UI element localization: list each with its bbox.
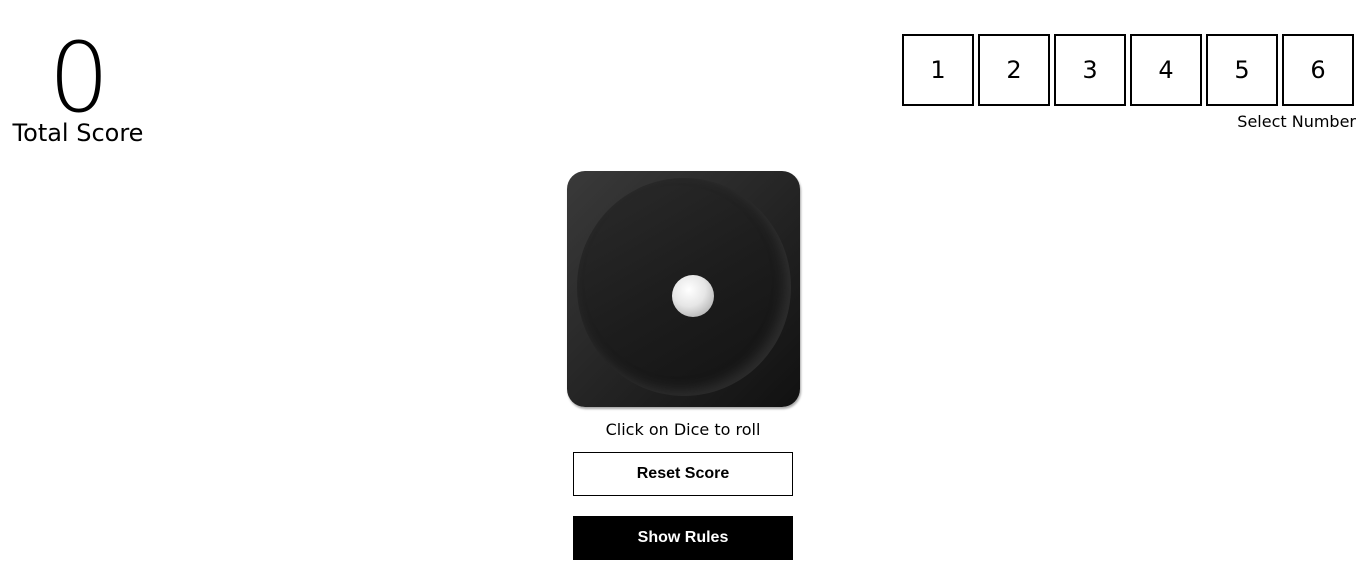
dice-area: Click on Dice to roll Reset Score Show R… bbox=[566, 171, 800, 560]
dice-game-page: 0 Total Score 1 2 3 4 5 6 Select Number … bbox=[0, 0, 1359, 581]
dice-pip bbox=[671, 275, 714, 317]
dice-button[interactable] bbox=[566, 171, 800, 407]
number-selector: 1 2 3 4 5 6 Select Number bbox=[902, 34, 1356, 131]
number-box-3[interactable]: 3 bbox=[1054, 34, 1126, 106]
total-score-block: 0 Total Score bbox=[8, 30, 148, 146]
number-boxes: 1 2 3 4 5 6 bbox=[902, 34, 1354, 106]
number-box-1[interactable]: 1 bbox=[902, 34, 974, 106]
number-box-5[interactable]: 5 bbox=[1206, 34, 1278, 106]
roll-hint-text: Click on Dice to roll bbox=[605, 420, 761, 439]
dice-face bbox=[576, 178, 791, 396]
number-box-2[interactable]: 2 bbox=[978, 34, 1050, 106]
total-score-label: Total Score bbox=[12, 119, 144, 147]
select-number-label: Select Number bbox=[1237, 112, 1356, 131]
reset-score-button[interactable]: Reset Score bbox=[573, 452, 793, 496]
number-box-6[interactable]: 6 bbox=[1282, 34, 1354, 106]
show-rules-button[interactable]: Show Rules bbox=[573, 516, 793, 560]
total-score-value: 0 bbox=[48, 22, 109, 134]
number-box-4[interactable]: 4 bbox=[1130, 34, 1202, 106]
